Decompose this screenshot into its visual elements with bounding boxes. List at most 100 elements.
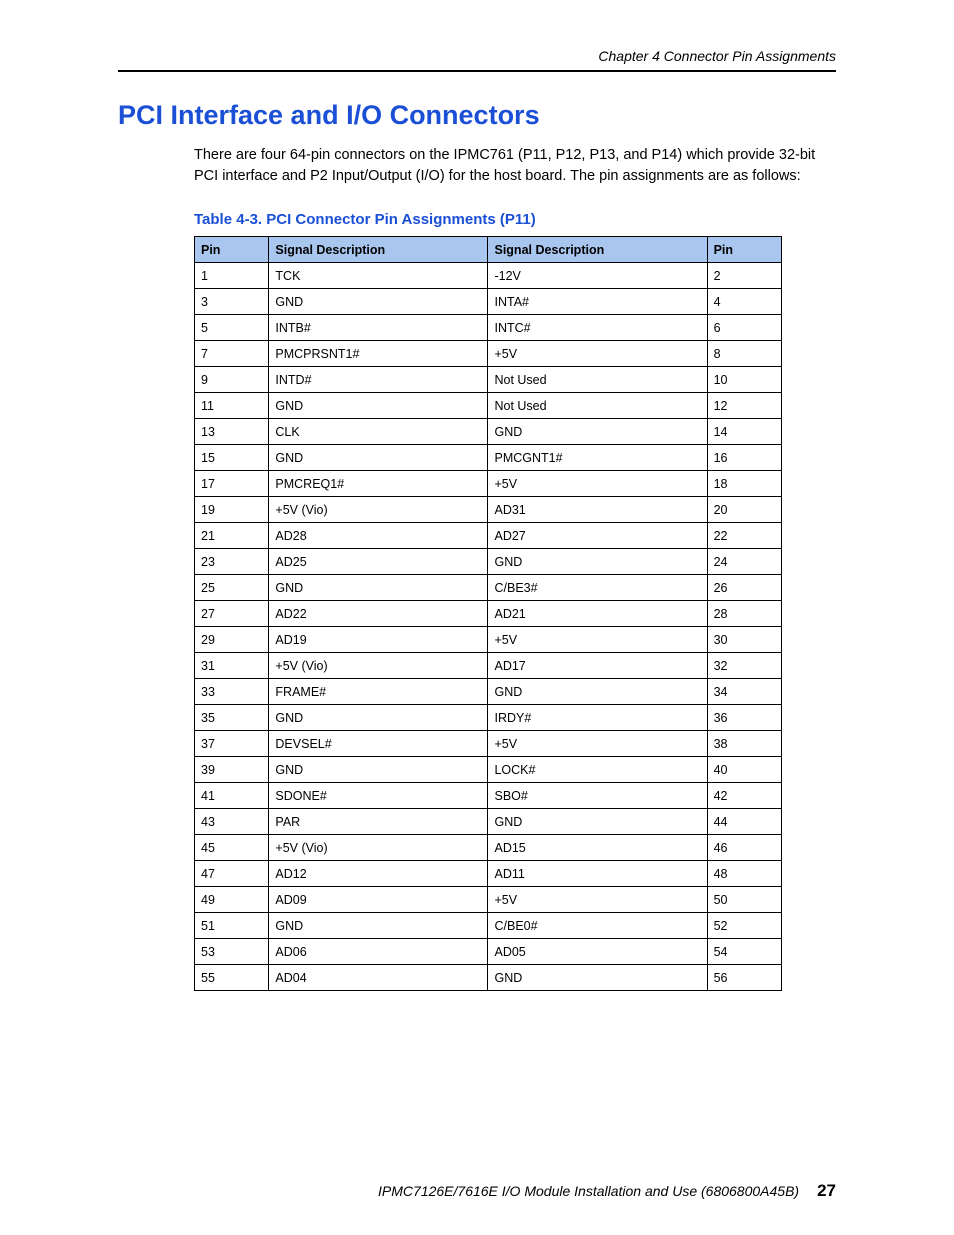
table-row: 33FRAME#GND34 — [195, 679, 782, 705]
cell-sig_a: AD12 — [269, 861, 488, 887]
cell-sig_a: +5V (Vio) — [269, 835, 488, 861]
cell-sig_a: AD22 — [269, 601, 488, 627]
cell-pin_a: 33 — [195, 679, 269, 705]
cell-pin_a: 51 — [195, 913, 269, 939]
header-rule — [118, 70, 836, 72]
cell-pin_b: 26 — [707, 575, 781, 601]
cell-pin_b: 50 — [707, 887, 781, 913]
table-title: Table 4-3. PCI Connector Pin Assignments… — [118, 211, 836, 228]
cell-sig_b: AD15 — [488, 835, 707, 861]
cell-sig_a: AD25 — [269, 549, 488, 575]
cell-pin_b: 20 — [707, 497, 781, 523]
cell-sig_a: GND — [269, 575, 488, 601]
table-row: 21AD28AD2722 — [195, 523, 782, 549]
table-row: 25GNDC/BE3#26 — [195, 575, 782, 601]
cell-pin_a: 47 — [195, 861, 269, 887]
cell-pin_a: 23 — [195, 549, 269, 575]
cell-pin_a: 3 — [195, 289, 269, 315]
table-row: 53AD06AD0554 — [195, 939, 782, 965]
table-row: 55AD04GND56 — [195, 965, 782, 991]
pin-assignment-table: Pin Signal Description Signal Descriptio… — [194, 236, 782, 991]
cell-sig_b: C/BE3# — [488, 575, 707, 601]
cell-pin_a: 49 — [195, 887, 269, 913]
cell-sig_a: AD06 — [269, 939, 488, 965]
cell-sig_b: GND — [488, 679, 707, 705]
cell-sig_b: GND — [488, 965, 707, 991]
th-sig-b: Signal Description — [488, 237, 707, 263]
cell-pin_a: 5 — [195, 315, 269, 341]
cell-pin_b: 6 — [707, 315, 781, 341]
cell-sig_a: GND — [269, 393, 488, 419]
cell-sig_b: SBO# — [488, 783, 707, 809]
cell-pin_b: 24 — [707, 549, 781, 575]
cell-pin_a: 43 — [195, 809, 269, 835]
cell-pin_a: 31 — [195, 653, 269, 679]
cell-sig_a: PMCREQ1# — [269, 471, 488, 497]
table-row: 5INTB#INTC#6 — [195, 315, 782, 341]
cell-sig_a: CLK — [269, 419, 488, 445]
cell-sig_a: INTB# — [269, 315, 488, 341]
cell-pin_a: 25 — [195, 575, 269, 601]
cell-pin_b: 56 — [707, 965, 781, 991]
cell-pin_b: 4 — [707, 289, 781, 315]
cell-pin_b: 22 — [707, 523, 781, 549]
cell-sig_b: +5V — [488, 887, 707, 913]
cell-pin_a: 55 — [195, 965, 269, 991]
cell-sig_a: GND — [269, 289, 488, 315]
cell-pin_a: 7 — [195, 341, 269, 367]
cell-sig_b: +5V — [488, 341, 707, 367]
cell-pin_b: 18 — [707, 471, 781, 497]
cell-pin_b: 14 — [707, 419, 781, 445]
cell-sig_b: AD11 — [488, 861, 707, 887]
cell-sig_a: GND — [269, 757, 488, 783]
table-row: 23AD25GND24 — [195, 549, 782, 575]
page: Chapter 4 Connector Pin Assignments PCI … — [0, 0, 954, 1235]
cell-pin_b: 30 — [707, 627, 781, 653]
table-header-row: Pin Signal Description Signal Descriptio… — [195, 237, 782, 263]
cell-sig_a: AD19 — [269, 627, 488, 653]
cell-sig_b: INTA# — [488, 289, 707, 315]
cell-sig_b: AD05 — [488, 939, 707, 965]
table-row: 13CLKGND14 — [195, 419, 782, 445]
cell-pin_b: 2 — [707, 263, 781, 289]
cell-sig_b: -12V — [488, 263, 707, 289]
table-row: 51GNDC/BE0#52 — [195, 913, 782, 939]
cell-sig_b: Not Used — [488, 367, 707, 393]
cell-pin_a: 9 — [195, 367, 269, 393]
table-row: 27AD22AD2128 — [195, 601, 782, 627]
cell-sig_b: GND — [488, 419, 707, 445]
table-row: 35GNDIRDY#36 — [195, 705, 782, 731]
table-row: 1TCK-12V2 — [195, 263, 782, 289]
cell-pin_b: 52 — [707, 913, 781, 939]
table-row: 47AD12AD1148 — [195, 861, 782, 887]
cell-pin_b: 46 — [707, 835, 781, 861]
cell-sig_a: AD04 — [269, 965, 488, 991]
section-title: PCI Interface and I/O Connectors — [118, 100, 836, 131]
cell-pin_a: 13 — [195, 419, 269, 445]
table-row: 31+5V (Vio)AD1732 — [195, 653, 782, 679]
cell-sig_b: AD31 — [488, 497, 707, 523]
table-row: 17PMCREQ1#+5V18 — [195, 471, 782, 497]
cell-pin_b: 36 — [707, 705, 781, 731]
table-row: 15GNDPMCGNT1#16 — [195, 445, 782, 471]
cell-sig_a: DEVSEL# — [269, 731, 488, 757]
cell-sig_a: SDONE# — [269, 783, 488, 809]
cell-pin_a: 37 — [195, 731, 269, 757]
cell-pin_b: 8 — [707, 341, 781, 367]
page-footer: IPMC7126E/7616E I/O Module Installation … — [118, 1181, 836, 1201]
cell-sig_a: AD09 — [269, 887, 488, 913]
cell-sig_a: GND — [269, 913, 488, 939]
cell-sig_b: AD21 — [488, 601, 707, 627]
table-body: 1TCK-12V23GNDINTA#45INTB#INTC#67PMCPRSNT… — [195, 263, 782, 991]
cell-pin_a: 17 — [195, 471, 269, 497]
table-row: 45+5V (Vio)AD1546 — [195, 835, 782, 861]
cell-pin_b: 48 — [707, 861, 781, 887]
cell-pin_b: 12 — [707, 393, 781, 419]
th-pin-b: Pin — [707, 237, 781, 263]
footer-doc-title: IPMC7126E/7616E I/O Module Installation … — [378, 1183, 799, 1199]
cell-sig_a: AD28 — [269, 523, 488, 549]
cell-sig_a: +5V (Vio) — [269, 497, 488, 523]
cell-pin_a: 15 — [195, 445, 269, 471]
cell-pin_a: 27 — [195, 601, 269, 627]
table-row: 19+5V (Vio)AD3120 — [195, 497, 782, 523]
